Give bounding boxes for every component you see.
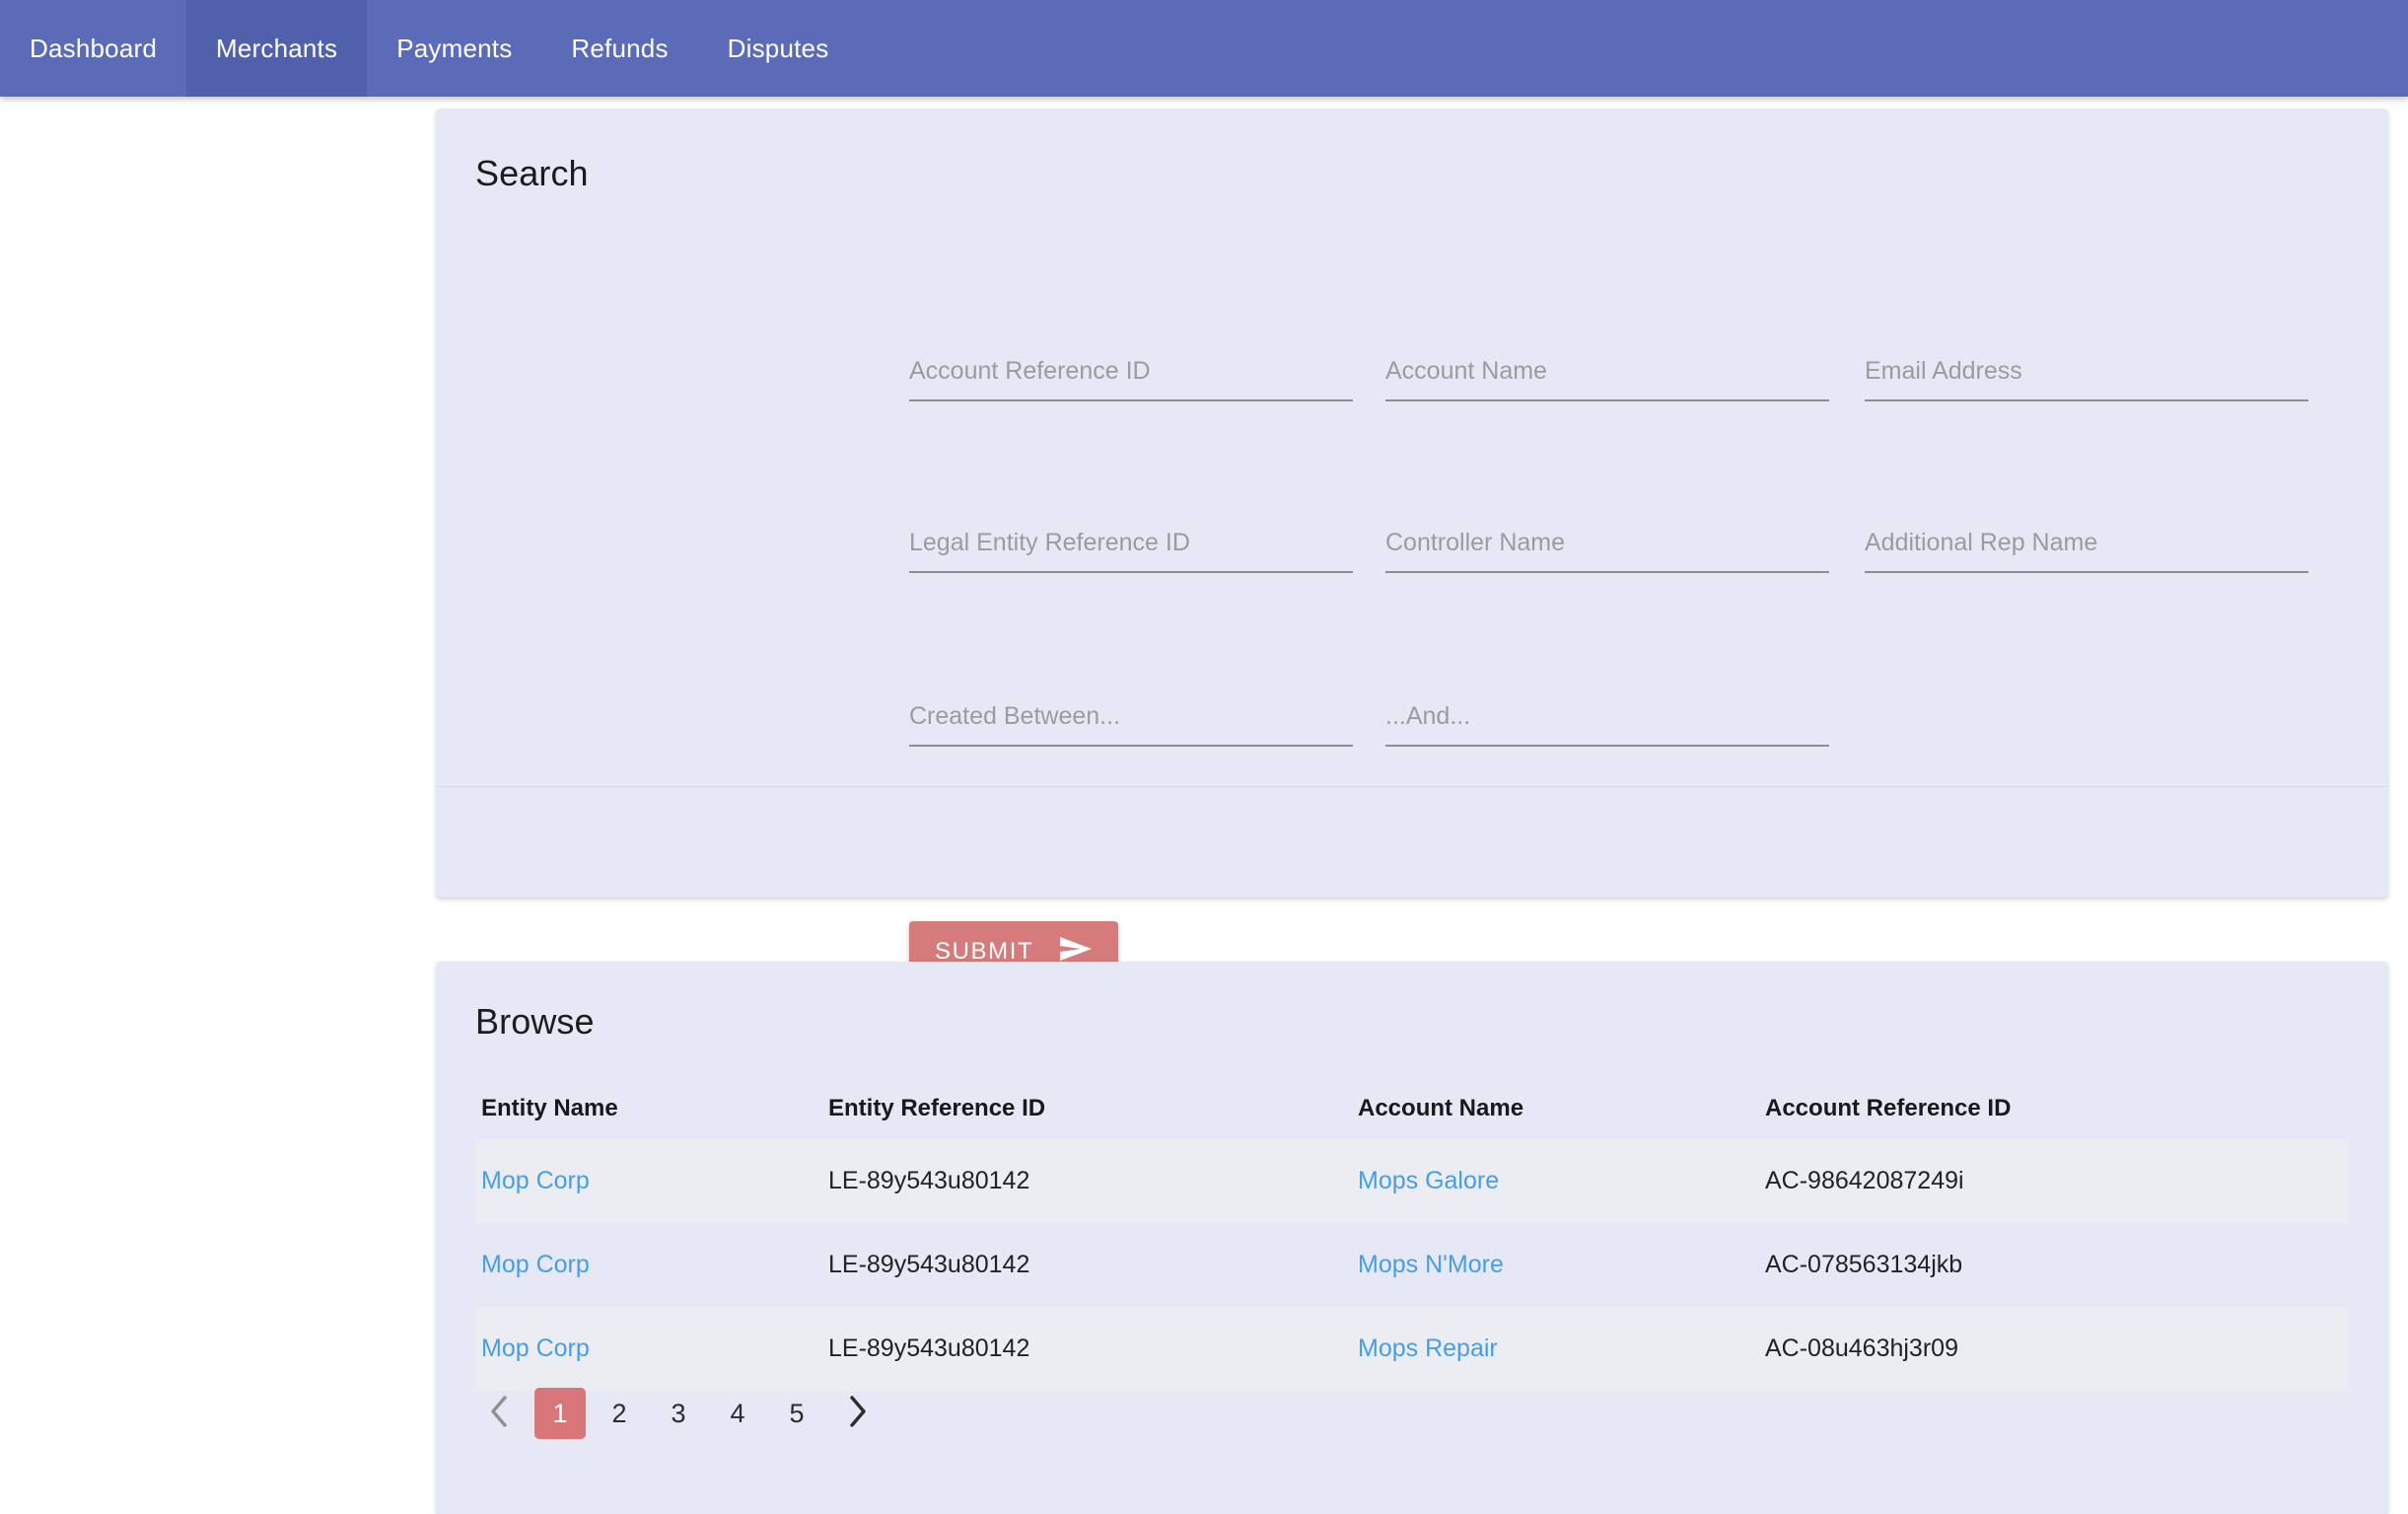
entity-name-link[interactable]: Mop Corp [481,1251,590,1278]
pagination-page-label: 1 [552,1398,568,1428]
legal-entity-reference-id-placeholder: Legal Entity Reference ID [909,529,1190,556]
cell-account-reference-id: AC-078563134jkb [1765,1251,1963,1278]
additional-rep-name-placeholder: Additional Rep Name [1865,529,2098,556]
field-underline [1385,571,1829,573]
pagination-page-2[interactable]: 2 [594,1388,645,1439]
nav-tab-dashboard[interactable]: Dashboard [0,0,186,97]
search-form-area: Search Account Reference ID Account Name… [436,108,2388,787]
chevron-left-icon [488,1395,510,1433]
pagination-prev-button[interactable] [471,1388,527,1439]
controller-name-placeholder: Controller Name [1385,529,1566,556]
nav-tab-label: Merchants [216,33,338,63]
nav-tab-label: Refunds [571,33,669,63]
account-reference-id-placeholder: Account Reference ID [909,357,1151,385]
cell-entity-reference-id: LE-89y543u80142 [828,1251,1030,1278]
cell-account-reference-id: AC-98642087249i [1765,1167,1964,1194]
account-name-placeholder: Account Name [1385,357,1547,385]
cell-entity-reference-id: LE-89y543u80142 [828,1167,1030,1194]
cell-account-name: Mops Repair [1358,1334,1498,1363]
cell-entity-reference-id: LE-89y543u80142 [828,1334,1030,1362]
pagination-next-button[interactable] [830,1388,885,1439]
entity-name-link[interactable]: Mop Corp [481,1334,590,1362]
nav-tab-payments[interactable]: Payments [367,0,541,97]
pagination-page-4[interactable]: 4 [712,1388,763,1439]
field-underline [1865,399,2308,401]
created-between-date-field[interactable]: Created Between... [909,702,1353,747]
controller-name-field[interactable]: Controller Name [1385,529,1829,573]
pagination-page-5[interactable]: 5 [771,1388,822,1439]
browse-panel-title: Browse [475,1001,595,1042]
additional-rep-name-field[interactable]: Additional Rep Name [1865,529,2308,573]
nav-tab-disputes[interactable]: Disputes [698,0,859,97]
nav-tab-label: Disputes [727,33,829,63]
account-name-link[interactable]: Mops N'More [1358,1251,1504,1278]
created-and-placeholder: ...And... [1385,702,1471,730]
column-header-account-name: Account Name [1358,1095,1524,1121]
cell-entity-name: Mop Corp [481,1334,590,1363]
account-name-field[interactable]: Account Name [1385,357,1829,401]
account-name-link[interactable]: Mops Repair [1358,1334,1498,1362]
pagination-page-label: 3 [671,1398,686,1428]
nav-tab-merchants[interactable]: Merchants [186,0,368,97]
nav-tab-label: Dashboard [30,33,157,63]
top-navigation-bar: Dashboard Merchants Payments Refunds Dis… [0,0,2408,97]
field-underline [909,399,1353,401]
table-row: Mop Corp LE-89y543u80142 Mops Galore AC-… [475,1139,2349,1223]
column-header-account-reference-id: Account Reference ID [1765,1095,2012,1121]
column-header-entity-reference-id: Entity Reference ID [828,1095,1046,1121]
created-and-date-field[interactable]: ...And... [1385,702,1829,747]
pagination-page-label: 2 [611,1398,627,1428]
email-address-placeholder: Email Address [1865,357,2022,385]
legal-entity-reference-id-field[interactable]: Legal Entity Reference ID [909,529,1353,573]
table-header-row: Entity Name Entity Reference ID Account … [475,1078,2349,1139]
pagination-page-label: 4 [730,1398,745,1428]
field-underline [909,571,1353,573]
nav-tab-label: Payments [396,33,513,63]
search-panel-title: Search [475,153,589,193]
cell-entity-name: Mop Corp [481,1251,590,1279]
pagination-page-label: 5 [789,1398,805,1428]
search-panel: Search Account Reference ID Account Name… [436,108,2388,982]
pagination-page-3[interactable]: 3 [653,1388,704,1439]
table-row: Mop Corp LE-89y543u80142 Mops Repair AC-… [475,1307,2349,1391]
cell-account-reference-id: AC-08u463hj3r09 [1765,1334,1958,1362]
field-underline [1865,571,2308,573]
created-between-placeholder: Created Between... [909,702,1121,730]
account-name-link[interactable]: Mops Galore [1358,1167,1499,1194]
cell-entity-name: Mop Corp [481,1167,590,1195]
cell-account-name: Mops Galore [1358,1167,1499,1195]
entity-name-link[interactable]: Mop Corp [481,1167,590,1194]
merchants-table: Entity Name Entity Reference ID Account … [475,1078,2349,1391]
cell-account-name: Mops N'More [1358,1251,1504,1279]
account-reference-id-field[interactable]: Account Reference ID [909,357,1353,401]
field-underline [1385,399,1829,401]
nav-tab-refunds[interactable]: Refunds [541,0,697,97]
pagination: 1 2 3 4 5 [471,1388,885,1439]
email-address-field[interactable]: Email Address [1865,357,2308,401]
table-row: Mop Corp LE-89y543u80142 Mops N'More AC-… [475,1223,2349,1307]
column-header-entity-name: Entity Name [481,1095,618,1121]
field-underline [909,745,1353,747]
browse-panel: Browse Entity Name Entity Reference ID A… [436,962,2388,1514]
field-underline [1385,745,1829,747]
chevron-right-icon [847,1395,869,1433]
pagination-page-1[interactable]: 1 [534,1388,586,1439]
